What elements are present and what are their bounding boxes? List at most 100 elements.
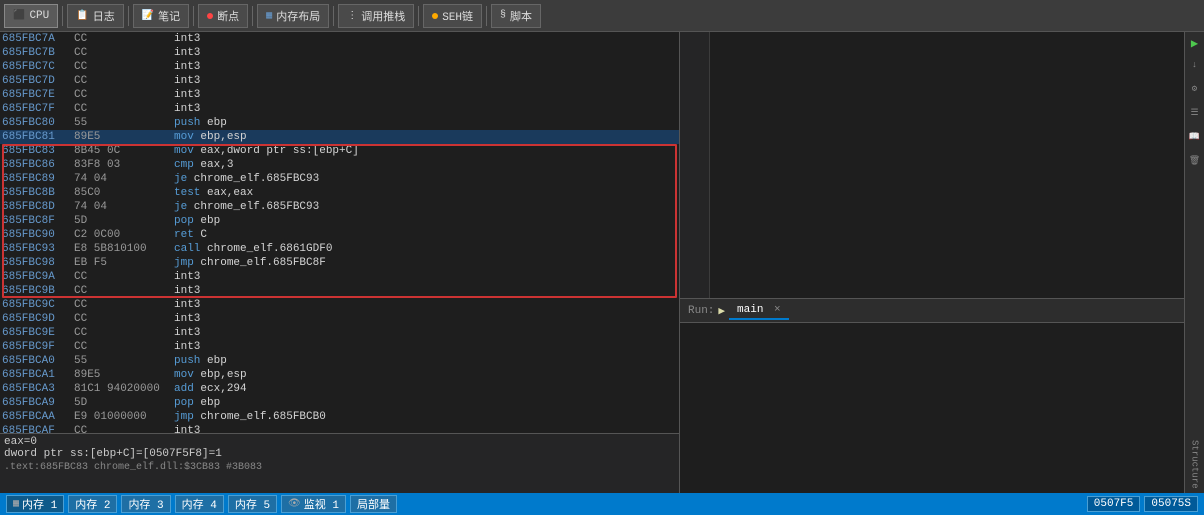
mem1-button[interactable]: ▦ 内存 1 <box>6 495 64 513</box>
disasm-instr: int3 <box>174 327 677 339</box>
disasm-row[interactable]: 685FBCA189E5mov ebp,esp <box>0 368 679 382</box>
main-area: 685FBC7ACCint3685FBC7BCCint3685FBC7CCCin… <box>0 32 1204 493</box>
disasm-addr: 685FBC7D <box>2 75 74 87</box>
toolbar: ⬛ CPU 📋 日志 📝 笔记 断点 ▦ 内存布局 ⋮ 调用推栈 SEH链 § … <box>0 0 1204 32</box>
mem2-button[interactable]: 内存 2 <box>68 495 117 513</box>
disasm-addr: 685FBC8B <box>2 187 74 199</box>
disasm-row[interactable]: 685FBC7DCCint3 <box>0 74 679 88</box>
disasm-row[interactable]: 685FBCA95Dpop ebp <box>0 396 679 410</box>
sep3 <box>193 6 194 26</box>
disasm-row[interactable]: 685FBC7FCCint3 <box>0 102 679 116</box>
disasm-row[interactable]: 685FBC8189E5mov ebp,esp <box>0 130 679 144</box>
disasm-row[interactable]: 685FBC8055push ebp <box>0 116 679 130</box>
disasm-bytes: CC <box>74 341 174 353</box>
disasm-instr: add ecx,294 <box>174 383 677 395</box>
log-button[interactable]: 📋 日志 <box>67 4 123 28</box>
disasm-row[interactable]: 685FBCAFCCint3 <box>0 424 679 433</box>
disasm-row[interactable]: 685FBCA055push ebp <box>0 354 679 368</box>
disasm-instr: int3 <box>174 47 677 59</box>
struct-book-icon[interactable]: 📖 <box>1187 132 1203 148</box>
disasm-area[interactable]: 685FBC7ACCint3685FBC7BCCint3685FBC7CCCin… <box>0 32 679 433</box>
code-content[interactable] <box>710 32 1184 298</box>
callstack-button[interactable]: ⋮ 调用推栈 <box>338 4 414 28</box>
mem3-button[interactable]: 内存 3 <box>121 495 170 513</box>
info-line1: eax=0 <box>4 436 675 448</box>
disasm-row[interactable]: 685FBC9ACCint3 <box>0 270 679 284</box>
disasm-row[interactable]: 685FBC9CCCint3 <box>0 298 679 312</box>
disasm-row[interactable]: 685FBC9ECCint3 <box>0 326 679 340</box>
disasm-addr: 685FBC9F <box>2 341 74 353</box>
mem5-button[interactable]: 内存 5 <box>228 495 277 513</box>
disasm-row[interactable]: 685FBC93E8 5B810100call chrome_elf.6861G… <box>0 242 679 256</box>
structure-panel: ▶ ↓ ⚙ ☰ 📖 🗑 Structure <box>1184 32 1204 493</box>
disasm-instr: int3 <box>174 75 677 87</box>
disasm-row[interactable]: 685FBC7ECCint3 <box>0 88 679 102</box>
disasm-instr: call chrome_elf.6861GDF0 <box>174 243 677 255</box>
struct-run-icon[interactable]: ▶ <box>1187 36 1203 52</box>
struct-list-icon[interactable]: ☰ <box>1187 108 1203 124</box>
disasm-bytes: 89E5 <box>74 131 174 143</box>
disasm-instr: mov eax,dword ptr ss:[ebp+C] <box>174 145 677 157</box>
disasm-instr: mov ebp,esp <box>174 369 677 381</box>
disasm-row[interactable]: 685FBCAAE9 01000000jmp chrome_elf.685FBC… <box>0 410 679 424</box>
disasm-addr: 685FBC8F <box>2 215 74 227</box>
script-button[interactable]: § 脚本 <box>491 4 541 28</box>
locals-button[interactable]: 局部量 <box>350 495 397 513</box>
run-tab-close[interactable]: × <box>774 304 781 316</box>
disasm-instr: jmp chrome_elf.685FBCB0 <box>174 411 677 423</box>
disasm-row[interactable]: 685FBC7BCCint3 <box>0 46 679 60</box>
disasm-addr: 685FBC90 <box>2 229 74 241</box>
code-area <box>680 32 1184 298</box>
seh-button[interactable]: SEH链 <box>423 4 482 28</box>
disasm-row[interactable]: 685FBC8974 04je chrome_elf.685FBC93 <box>0 172 679 186</box>
notes-button[interactable]: 📝 笔记 <box>133 4 189 28</box>
breakpoints-button[interactable]: 断点 <box>198 4 248 28</box>
disasm-row[interactable]: 685FBC8F5Dpop ebp <box>0 214 679 228</box>
struct-trash-icon[interactable]: 🗑 <box>1187 156 1203 172</box>
disasm-row[interactable]: 685FBC8D74 04je chrome_elf.685FBC93 <box>0 200 679 214</box>
disasm-row[interactable]: 685FBC8683F8 03cmp eax,3 <box>0 158 679 172</box>
disasm-row[interactable]: 685FBC9DCCint3 <box>0 312 679 326</box>
disasm-instr: pop ebp <box>174 215 677 227</box>
disasm-row[interactable]: 685FBC9FCCint3 <box>0 340 679 354</box>
memory-button[interactable]: ▦ 内存布局 <box>257 4 329 28</box>
disasm-row[interactable]: 685FBC98EB F5jmp chrome_elf.685FBC8F <box>0 256 679 270</box>
struct-down-icon[interactable]: ↓ <box>1187 60 1203 76</box>
disasm-addr: 685FBC9B <box>2 285 74 297</box>
disasm-row[interactable]: 685FBC8B85C0test eax,eax <box>0 186 679 200</box>
disasm-bytes: 74 04 <box>74 201 174 213</box>
disasm-row[interactable]: 685FBC90C2 0C00ret C <box>0 228 679 242</box>
disasm-bytes: E9 01000000 <box>74 411 174 423</box>
disasm-row[interactable]: 685FBC7CCCint3 <box>0 60 679 74</box>
disasm-panel: 685FBC7ACCint3685FBC7BCCint3685FBC7CCCin… <box>0 32 680 493</box>
disasm-addr: 685FBC9E <box>2 327 74 339</box>
disasm-row[interactable]: 685FBC7ACCint3 <box>0 32 679 46</box>
disasm-instr: int3 <box>174 425 677 433</box>
run-tab-main[interactable]: main × <box>729 302 789 320</box>
disasm-instr: int3 <box>174 299 677 311</box>
mem4-button[interactable]: 内存 4 <box>175 495 224 513</box>
disasm-instr: test eax,eax <box>174 187 677 199</box>
disasm-bytes: 55 <box>74 355 174 367</box>
disasm-row[interactable]: 685FBC838B45 0Cmov eax,dword ptr ss:[ebp… <box>0 144 679 158</box>
disasm-bytes: CC <box>74 313 174 325</box>
cpu-button[interactable]: ⬛ CPU <box>4 4 58 28</box>
disasm-row[interactable]: 685FBCA381C1 94020000add ecx,294 <box>0 382 679 396</box>
disasm-bytes: 5D <box>74 215 174 227</box>
disasm-row[interactable]: 685FBC9BCCint3 <box>0 284 679 298</box>
disasm-addr: 685FBC7C <box>2 61 74 73</box>
disasm-addr: 685FBCA3 <box>2 383 74 395</box>
disasm-addr: 685FBC83 <box>2 145 74 157</box>
breakpoint-dot <box>207 13 213 19</box>
sep6 <box>418 6 419 26</box>
disasm-instr: pop ebp <box>174 397 677 409</box>
disasm-instr: push ebp <box>174 355 677 367</box>
disasm-bytes: CC <box>74 89 174 101</box>
cpu-label: CPU <box>29 10 49 22</box>
disasm-instr: int3 <box>174 341 677 353</box>
struct-gear-icon[interactable]: ⚙ <box>1187 84 1203 100</box>
disasm-instr: int3 <box>174 89 677 101</box>
watch1-button[interactable]: 👁 监视 1 <box>281 495 346 513</box>
disasm-instr: je chrome_elf.685FBC93 <box>174 201 677 213</box>
disasm-rows: 685FBC7ACCint3685FBC7BCCint3685FBC7CCCin… <box>0 32 679 433</box>
